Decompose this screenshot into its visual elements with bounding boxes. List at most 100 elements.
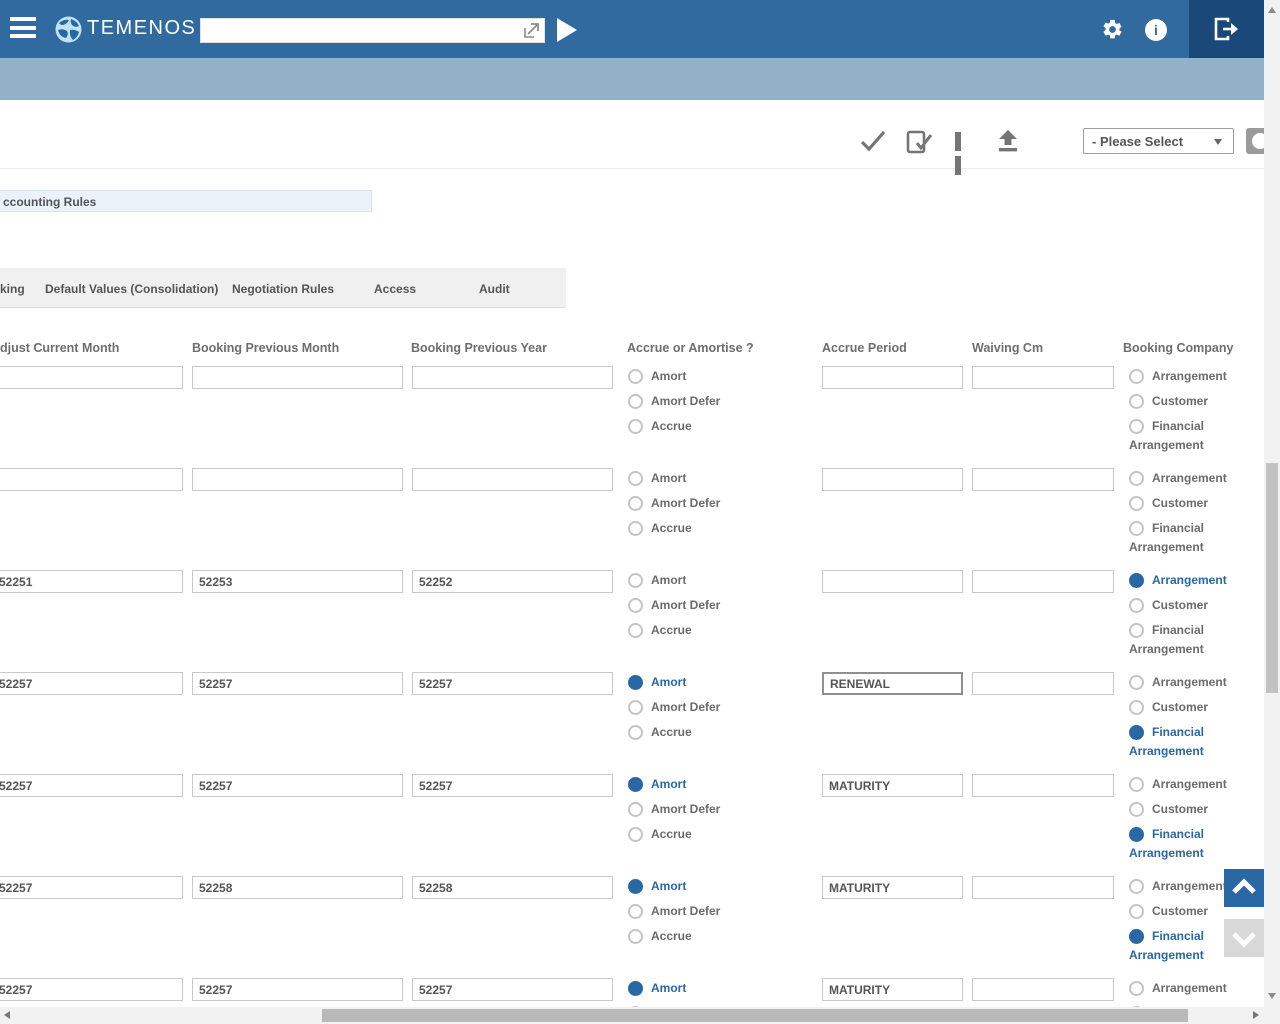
accrue-or-amortise-option[interactable]: Amort Defer (628, 496, 740, 516)
radio-button-icon[interactable] (628, 521, 643, 536)
scroll-to-bottom-button[interactable] (1224, 919, 1264, 957)
booking-company-option[interactable]: Arrangement (1129, 981, 1241, 1001)
booking-company-option-label[interactable]: Arrangement (1129, 673, 1239, 692)
radio-button-icon[interactable] (628, 369, 643, 384)
launch-icon[interactable] (523, 22, 540, 39)
booking-company-option-label[interactable]: Arrangement (1129, 469, 1239, 488)
signout-button[interactable] (1189, 0, 1264, 58)
booking-company-option[interactable]: Financial Arrangement (1129, 521, 1241, 541)
radio-button-icon[interactable] (628, 981, 643, 996)
radio-button-icon[interactable] (1129, 496, 1144, 511)
booking-previous-month-input[interactable] (192, 366, 403, 389)
adjust-current-month-input[interactable] (0, 876, 183, 899)
radio-button-icon[interactable] (1129, 700, 1144, 715)
accrue-or-amortise-option-label[interactable]: Amort (628, 979, 738, 998)
accrue-or-amortise-option-label[interactable]: Accrue (628, 723, 738, 742)
accrue-or-amortise-option-label[interactable]: Amort Defer (628, 698, 738, 717)
booking-company-option-label[interactable]: Financial Arrangement (1129, 621, 1239, 659)
accrue-or-amortise-option-label[interactable]: Accrue (628, 825, 738, 844)
booking-company-option-label[interactable]: Arrangement (1129, 367, 1239, 386)
radio-button-icon[interactable] (628, 496, 643, 511)
accrue-or-amortise-option[interactable]: Accrue (628, 827, 740, 847)
radio-button-icon[interactable] (1129, 471, 1144, 486)
radio-button-icon[interactable] (1129, 675, 1144, 690)
radio-button-icon[interactable] (1129, 929, 1144, 944)
accrue-period-input[interactable] (822, 774, 963, 797)
booking-company-option[interactable]: Financial Arrangement (1129, 419, 1241, 439)
radio-button-icon[interactable] (1129, 981, 1144, 996)
waiving-cm-input[interactable] (972, 468, 1114, 491)
booking-previous-month-input[interactable] (192, 672, 403, 695)
accrue-or-amortise-option[interactable]: Amort (628, 573, 740, 593)
accrue-or-amortise-option[interactable]: Accrue (628, 623, 740, 643)
accrue-period-input[interactable] (822, 366, 963, 389)
scroll-to-top-button[interactable] (1224, 869, 1264, 907)
adjust-current-month-input[interactable] (0, 672, 183, 695)
accrue-or-amortise-option-label[interactable]: Amort Defer (628, 800, 738, 819)
accrue-or-amortise-option[interactable]: Amort (628, 471, 740, 491)
booking-company-option-label[interactable]: Customer (1129, 596, 1239, 615)
upload-icon[interactable] (998, 130, 1018, 152)
booking-company-option-label[interactable]: Customer (1129, 698, 1239, 717)
accrue-period-input[interactable] (822, 876, 963, 899)
horizontal-scrollbar-thumb[interactable] (322, 1009, 1188, 1022)
tab-default-values-consolidation[interactable]: Default Values (Consolidation) (45, 282, 218, 296)
accrue-or-amortise-option[interactable]: Amort (628, 777, 740, 797)
accrue-period-input[interactable] (822, 672, 963, 695)
menu-icon[interactable] (10, 17, 36, 41)
booking-previous-month-input[interactable] (192, 876, 403, 899)
accrue-or-amortise-option-label[interactable]: Accrue (628, 417, 738, 436)
waiving-cm-input[interactable] (972, 978, 1114, 1001)
accrue-period-input[interactable] (822, 570, 963, 593)
tab-access[interactable]: Access (374, 282, 416, 296)
booking-company-option[interactable]: Arrangement (1129, 573, 1241, 593)
radio-button-icon[interactable] (628, 700, 643, 715)
booking-company-option[interactable]: Arrangement (1129, 675, 1241, 695)
booking-company-option[interactable]: Customer (1129, 700, 1241, 720)
radio-button-icon[interactable] (628, 471, 643, 486)
radio-button-icon[interactable] (1129, 369, 1144, 384)
booking-company-option[interactable]: Arrangement (1129, 369, 1241, 389)
accrue-or-amortise-option-label[interactable]: Accrue (628, 519, 738, 538)
radio-button-icon[interactable] (628, 777, 643, 792)
accrue-period-input[interactable] (822, 468, 963, 491)
adjust-current-month-input[interactable] (0, 570, 183, 593)
booking-previous-year-input[interactable] (412, 468, 613, 491)
radio-button-icon[interactable] (1129, 598, 1144, 613)
accrue-period-input[interactable] (822, 978, 963, 1001)
radio-button-icon[interactable] (1129, 827, 1144, 842)
waiving-cm-input[interactable] (972, 570, 1114, 593)
booking-company-option-label[interactable]: Financial Arrangement (1129, 825, 1239, 863)
radio-button-icon[interactable] (1129, 521, 1144, 536)
booking-company-option[interactable]: Financial Arrangement (1129, 827, 1241, 847)
radio-button-icon[interactable] (628, 879, 643, 894)
commit-check-icon[interactable] (860, 130, 886, 152)
booking-previous-month-input[interactable] (192, 468, 403, 491)
booking-company-option-label[interactable]: Customer (1129, 392, 1239, 411)
accrue-or-amortise-option-label[interactable]: Amort Defer (628, 902, 738, 921)
booking-previous-year-input[interactable] (412, 366, 613, 389)
waiving-cm-input[interactable] (972, 774, 1114, 797)
booking-previous-year-input[interactable] (412, 978, 613, 1001)
accrue-or-amortise-option[interactable]: Accrue (628, 419, 740, 439)
booking-previous-year-input[interactable] (412, 876, 613, 899)
booking-company-option-label[interactable]: Financial Arrangement (1129, 723, 1239, 761)
booking-company-option-label[interactable]: Arrangement (1129, 775, 1239, 794)
accrue-or-amortise-option[interactable]: Amort (628, 369, 740, 389)
radio-button-icon[interactable] (1129, 802, 1144, 817)
accrue-or-amortise-option[interactable]: Amort (628, 675, 740, 695)
adjust-current-month-input[interactable] (0, 774, 183, 797)
accrue-or-amortise-option-label[interactable]: Amort (628, 367, 738, 386)
tab-audit[interactable]: Audit (479, 282, 510, 296)
accrue-or-amortise-option-label[interactable]: Accrue (628, 927, 738, 946)
accrue-or-amortise-option[interactable]: Accrue (628, 521, 740, 541)
booking-company-option[interactable]: Customer (1129, 394, 1241, 414)
radio-button-icon[interactable] (1129, 879, 1144, 894)
radio-button-icon[interactable] (628, 623, 643, 638)
accrue-or-amortise-option[interactable]: Amort Defer (628, 394, 740, 414)
scrollbar-down-arrow[interactable] (1268, 993, 1276, 999)
settings-icon[interactable] (1101, 18, 1124, 41)
booking-company-option-label[interactable]: Customer (1129, 800, 1239, 819)
booking-company-option-label[interactable]: Financial Arrangement (1129, 519, 1239, 557)
command-input[interactable] (200, 18, 545, 43)
